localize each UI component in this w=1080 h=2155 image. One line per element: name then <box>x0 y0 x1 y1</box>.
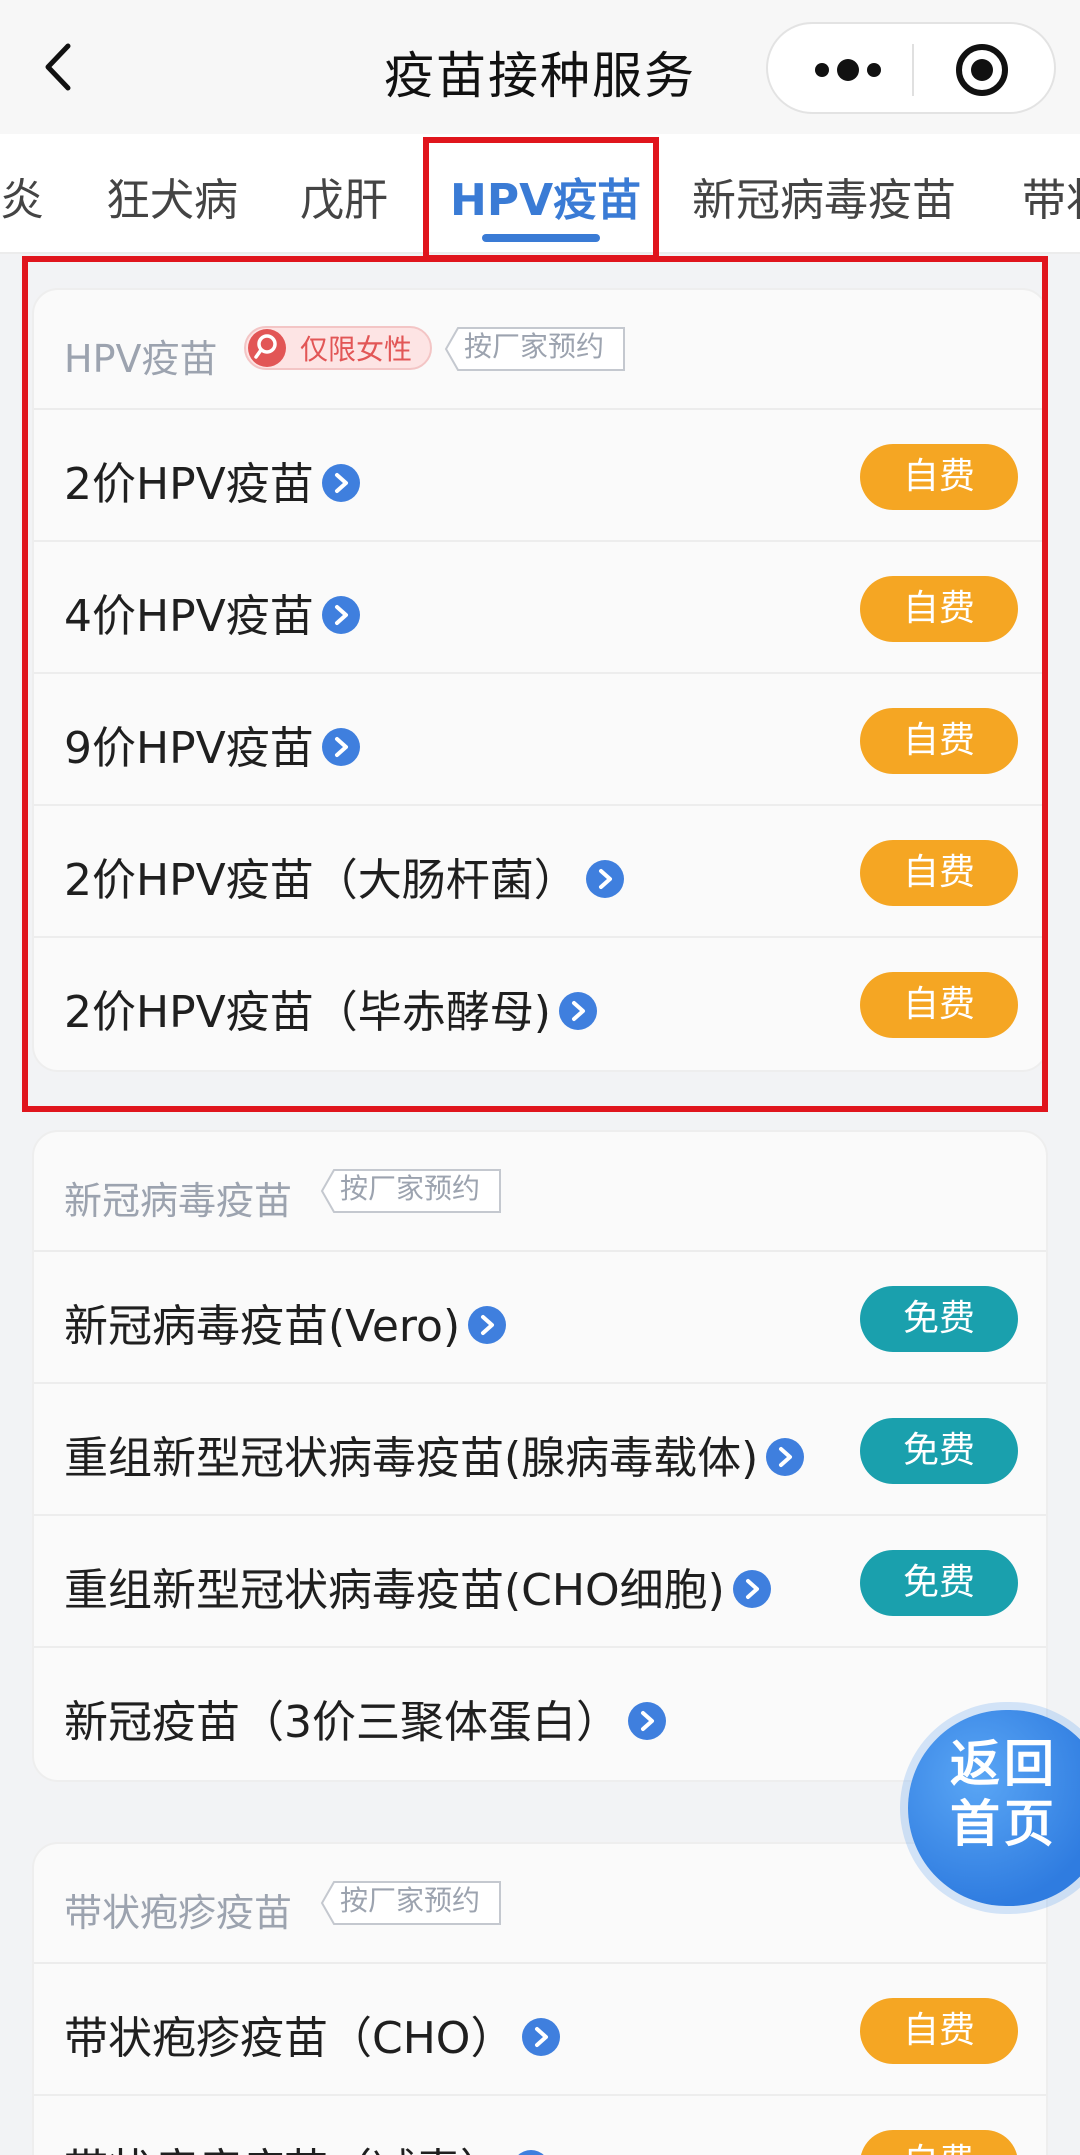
more-dots-icon[interactable] <box>808 54 888 86</box>
return-home-line1: 返回 <box>950 1735 1058 1793</box>
free-badge: 免费 <box>860 1550 1018 1616</box>
vaccine-row[interactable]: 带状疱疹疫苗（CHO） 自费 <box>34 1964 1046 2096</box>
tab-hepatitis-e[interactable]: 戊肝 <box>300 164 388 228</box>
nav-bar: 疫苗接种服务 <box>0 0 1080 134</box>
target-icon[interactable] <box>954 42 1010 98</box>
chevron-circle-icon[interactable] <box>628 1702 666 1740</box>
vaccine-row[interactable]: 重组新型冠状病毒疫苗(腺病毒载体) 免费 <box>34 1384 1046 1516</box>
return-home-line2: 首页 <box>950 1795 1058 1853</box>
tab-yan[interactable]: 炎 <box>0 164 44 228</box>
vaccine-row[interactable]: 带状疱疹疫苗（减毒） 自费 <box>34 2096 1046 2155</box>
section-title: 新冠病毒疫苗 <box>64 1179 293 1223</box>
section-header: 新冠病毒疫苗 按厂家预约 <box>34 1132 1046 1252</box>
section-herpes-zoster: 带状疱疹疫苗 按厂家预约 带状疱疹疫苗（CHO） 自费 带状疱疹疫苗（减毒） 自… <box>32 1842 1048 2155</box>
section-header: 带状疱疹疫苗 按厂家预约 <box>34 1844 1046 1964</box>
chevron-circle-icon[interactable] <box>468 1306 507 1344</box>
section-highlight-box <box>22 256 1048 1112</box>
maker-booking-label: 按厂家预约 <box>340 1884 481 1917</box>
self-pay-badge: 自费 <box>860 1998 1018 2064</box>
self-pay-badge: 自费 <box>860 2130 1018 2155</box>
vaccine-name: 带状疱疹疫苗（CHO） <box>64 2013 515 2064</box>
section-title: 带状疱疹疫苗 <box>64 1891 293 1935</box>
maker-booking-tag: 按厂家预约 <box>320 1880 501 1926</box>
tab-covid[interactable]: 新冠病毒疫苗 <box>692 164 956 228</box>
maker-booking-label: 按厂家预约 <box>340 1172 481 1205</box>
free-badge: 免费 <box>860 1286 1018 1352</box>
capsule-divider <box>912 44 914 96</box>
vaccine-name: 新冠疫苗（3价三聚体蛋白） <box>64 1697 620 1748</box>
chevron-circle-icon[interactable] <box>766 1438 805 1476</box>
chevron-circle-icon[interactable] <box>512 2150 550 2155</box>
vaccine-name: 重组新型冠状病毒疫苗(CHO细胞) <box>64 1565 725 1616</box>
vaccine-row[interactable]: 新冠病毒疫苗(Vero) 免费 <box>34 1252 1046 1384</box>
vaccine-name: 新冠病毒疫苗(Vero) <box>64 1301 461 1352</box>
chevron-circle-icon[interactable] <box>522 2018 561 2056</box>
vaccine-name: 重组新型冠状病毒疫苗(腺病毒载体) <box>64 1433 759 1484</box>
vaccine-name: 带状疱疹疫苗（减毒） <box>64 2145 504 2155</box>
maker-booking-tag: 按厂家预约 <box>320 1168 501 1214</box>
vaccine-row[interactable]: 新冠疫苗（3价三聚体蛋白） <box>34 1648 1046 1780</box>
vaccine-row[interactable]: 重组新型冠状病毒疫苗(CHO细胞) 免费 <box>34 1516 1046 1648</box>
section-covid: 新冠病毒疫苗 按厂家预约 新冠病毒疫苗(Vero) 免费 重组新型冠状病毒疫苗(… <box>32 1130 1048 1782</box>
tab-herpes-zoster[interactable]: 带状 <box>1022 164 1080 228</box>
tab-rabies[interactable]: 狂犬病 <box>106 164 238 228</box>
chevron-circle-icon[interactable] <box>732 1570 771 1608</box>
mini-program-capsule <box>766 22 1056 114</box>
tab-highlight-box <box>423 137 659 261</box>
free-badge: 免费 <box>860 1418 1018 1484</box>
